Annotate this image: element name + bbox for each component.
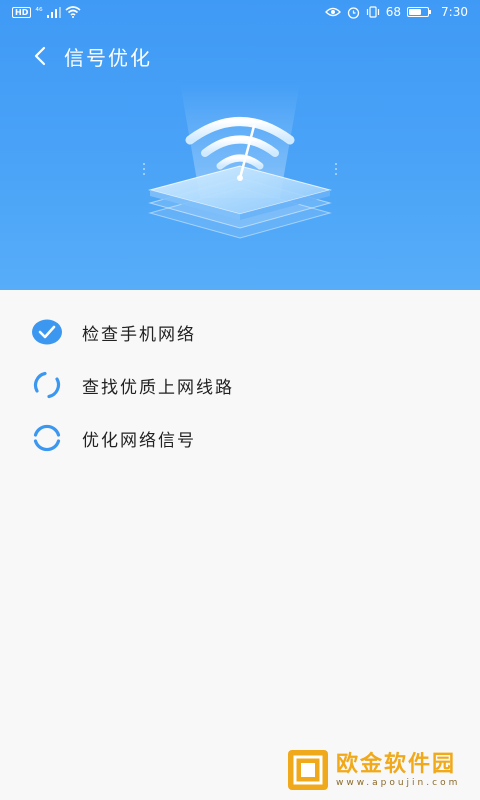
alarm-icon (347, 6, 359, 19)
wifi-platform-illustration (143, 83, 337, 239)
watermark-title: 欧金软件园 (336, 752, 457, 777)
step-check-network: 检查手机网络 (30, 315, 196, 349)
chevron-left-icon (34, 46, 46, 66)
battery-percent: 68 (385, 5, 402, 19)
spinner-icon (30, 421, 64, 455)
check-circle-icon (30, 315, 64, 349)
step-find-route: 查找优质上网线路 (30, 368, 234, 402)
watermark: 欧金软件园 www.apoujin.com (280, 740, 480, 800)
back-button[interactable] (18, 36, 62, 76)
hero-banner: HD ⁴⁶ 68 7:30 信号优化 (0, 0, 480, 290)
wifi-icon (65, 6, 81, 18)
hd-badge: HD (12, 6, 32, 18)
title-bar: 信号优化 (0, 36, 480, 76)
step-label: 优化网络信号 (82, 430, 196, 451)
clock: 7:30 (441, 5, 468, 19)
battery-icon (407, 7, 432, 17)
vibrate-icon (366, 6, 379, 18)
spinner-icon (30, 368, 64, 402)
watermark-url: www.apoujin.com (336, 778, 461, 788)
eye-icon (324, 7, 341, 17)
network-type-label: ⁴⁶ (35, 7, 43, 17)
watermark-logo-icon (288, 750, 328, 790)
status-bar: HD ⁴⁶ 68 7:30 (0, 0, 480, 24)
step-label: 查找优质上网线路 (82, 377, 234, 398)
cell-signal-icon (46, 6, 61, 18)
step-label: 检查手机网络 (82, 324, 196, 345)
page-title: 信号优化 (64, 45, 152, 70)
step-optimize-signal: 优化网络信号 (30, 421, 196, 455)
